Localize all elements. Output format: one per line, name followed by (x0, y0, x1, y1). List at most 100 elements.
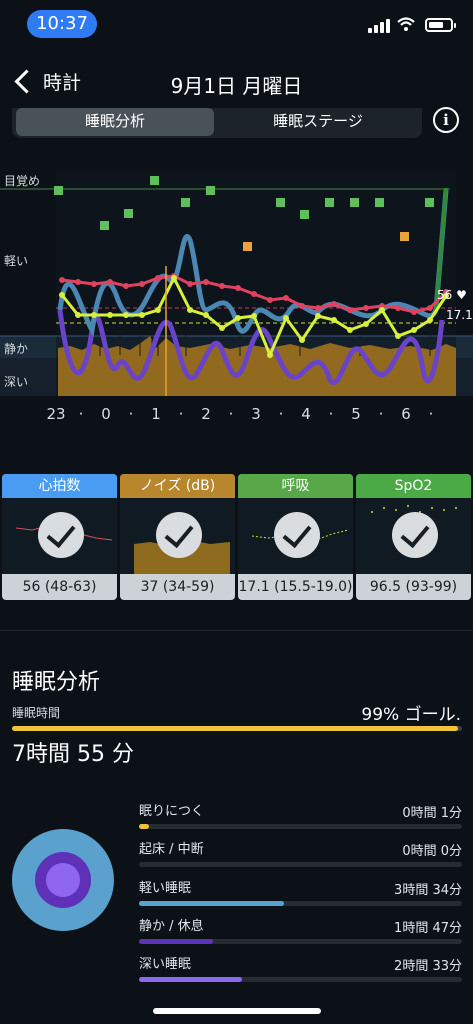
tile-noise[interactable]: ノイズ (dB) 37 (34-59) (120, 474, 235, 600)
tile-heart-rate[interactable]: 心拍数 56 (48-63) (2, 474, 117, 600)
donut-center (46, 863, 80, 897)
home-indicator[interactable] (153, 1008, 321, 1014)
stage-bar-fill (139, 824, 149, 829)
data-point (267, 352, 273, 358)
data-point (59, 277, 65, 283)
data-point (299, 337, 305, 343)
data-point (235, 285, 241, 291)
x-tick-dot: · (178, 405, 184, 423)
data-point (411, 309, 417, 315)
goal-text: 99% ゴール. (361, 705, 461, 725)
data-point (411, 327, 417, 333)
data-point (123, 312, 129, 318)
tile-value: 56 (48-63) (22, 579, 97, 595)
stage-falling-asleep: 眠りにつく 0時間 1分 (139, 800, 462, 840)
x-tick-dot: · (378, 405, 384, 423)
data-point (379, 307, 385, 313)
stage-deep: 深い睡眠 2時間 33分 (139, 953, 462, 993)
battery-icon (425, 18, 456, 32)
tile-title: SpO2 (356, 474, 471, 498)
section-divider (0, 630, 473, 631)
data-point (75, 279, 81, 285)
stage-bar-fill (139, 939, 214, 944)
data-point (171, 275, 177, 281)
donut-middle-ring (35, 852, 91, 908)
heart-value-label: 56 ♥ (437, 288, 467, 302)
tile-preview (238, 498, 353, 574)
x-tick-dot: · (128, 405, 134, 423)
data-point (139, 281, 145, 287)
tab-sleep-stages[interactable]: 睡眠ステージ (218, 108, 418, 138)
section-title: 睡眠分析 (12, 670, 101, 695)
data-point (187, 281, 193, 287)
y-label-quiet: 静か (4, 342, 29, 356)
stage-quiet: 静か / 休息 1時間 47分 (139, 915, 462, 955)
info-icon[interactable]: i (433, 107, 459, 133)
x-tick-label: 5 (351, 405, 361, 423)
x-tick-label: 4 (301, 405, 311, 423)
y-label-light: 軽い (4, 254, 29, 268)
data-point (155, 307, 161, 313)
data-point (283, 295, 289, 301)
x-tick-label: 2 (201, 405, 211, 423)
check-icon (38, 512, 84, 558)
x-tick-label: 6 (401, 405, 411, 423)
metric-tiles: 心拍数 56 (48-63) ノイズ (dB) 37 (34-59) 呼吸 17… (2, 474, 471, 600)
data-point (187, 307, 193, 313)
goal-progress-fill (12, 726, 458, 731)
tile-value: 37 (34-59) (140, 579, 215, 595)
data-point (203, 312, 209, 318)
stage-bar (139, 939, 462, 944)
stage-time: 0時間 0分 (402, 844, 462, 859)
data-point (315, 313, 321, 319)
data-point (59, 292, 65, 298)
breath-value-label: 17.1 (446, 308, 473, 322)
x-tick-dot: · (328, 405, 334, 423)
tile-title: 心拍数 (2, 474, 117, 498)
data-point (139, 312, 145, 318)
data-point (299, 303, 305, 309)
x-tick-dot: · (78, 405, 84, 423)
sleep-chart: 目覚め 軽い 静か 深い 56 ♥ 17.1 23 · 0 · 1 · 2 · 3 · 4 · 5 · 6 · (0, 160, 473, 430)
tile-preview (2, 498, 117, 574)
view-segmented-control: 睡眠分析 睡眠ステージ (12, 108, 422, 138)
stage-time: 2時間 33分 (394, 959, 462, 974)
stage-awake: 起床 / 中断 0時間 0分 (139, 838, 462, 878)
data-point (347, 307, 353, 313)
stage-bar (139, 862, 462, 867)
stage-time: 0時間 1分 (402, 806, 462, 821)
total-sleep-time: 7時間 55 分 (12, 742, 134, 767)
tab-sleep-analysis[interactable]: 睡眠分析 (16, 108, 214, 136)
data-point (363, 321, 369, 327)
tile-breathing[interactable]: 呼吸 17.1 (15.5-19.0) (238, 474, 353, 600)
stage-time: 1時間 47分 (394, 921, 462, 936)
sleep-chart-canvas (0, 170, 473, 396)
stage-bar-fill (139, 977, 243, 982)
stage-bar-fill (139, 901, 285, 906)
data-point (107, 312, 113, 318)
check-icon (156, 512, 202, 558)
stage-bar (139, 824, 462, 829)
x-tick-label: 0 (101, 405, 111, 423)
x-tick-dot: · (228, 405, 234, 423)
stage-name: 静か / 休息 (139, 919, 204, 934)
data-point (219, 283, 225, 289)
tile-title: 呼吸 (238, 474, 353, 498)
page-title: 9月1日 月曜日 (170, 74, 303, 98)
stage-name: 深い睡眠 (139, 957, 192, 972)
stage-name: 眠りにつく (139, 804, 205, 819)
x-tick-label: 23 (46, 405, 66, 423)
check-icon (274, 512, 320, 558)
data-point (203, 279, 209, 285)
tile-value: 96.5 (93-99) (369, 579, 458, 595)
sleep-donut-chart (12, 829, 114, 931)
cellular-signal-icon (368, 19, 390, 33)
data-point (395, 333, 401, 339)
data-point (251, 291, 257, 297)
y-label-deep: 深い (4, 375, 29, 389)
data-point (107, 279, 113, 285)
status-bar: 10:37 (0, 0, 473, 48)
sleep-time-label: 睡眠時間 (12, 706, 61, 720)
check-icon (392, 512, 438, 558)
tile-spo2[interactable]: SpO2 96.5 (93-99) (356, 474, 471, 600)
